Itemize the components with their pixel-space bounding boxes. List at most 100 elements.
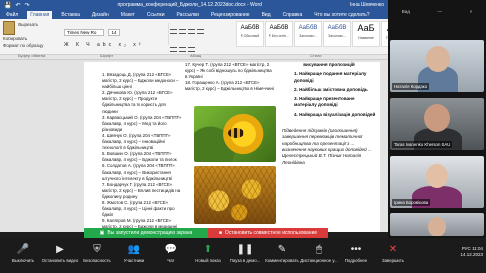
panel-header: Вид — × [388,0,486,22]
style-preset[interactable]: АаБбВ Заголово... [323,21,351,47]
ribbon-tab[interactable]: Что вы хотите сделать? [311,11,372,19]
bees-on-honeycomb-image [194,166,276,224]
copy-button[interactable]: Копировать [3,36,27,41]
style-sample: АаБ [357,23,375,33]
toolbar-label: Комментировать [265,258,299,263]
style-sample: АаБбВ [240,25,260,31]
style-preset[interactable]: АаБбВ ¶ Обычный [236,21,264,47]
toolbar-label: Безопасность [83,258,111,263]
toolbar-mic-button[interactable]: 🎤 Выключить [4,241,42,263]
ribbon-tabs: Файл Главная Вставка Дизайн Макет Ссылки Рассы… [0,10,388,19]
participant-name: Ірина Боровікова [392,199,431,206]
toolbar-label: Участники [123,258,145,263]
speaker-entry: 5. Вовшин О. (група 204 «ТВППТ» бакалавр… [102,151,177,163]
ribbon-tab[interactable]: Справка [280,11,306,19]
toolbar-label: Новый показ [195,258,221,263]
participants-video-panel: Вид — × Наталія Кордако Taras Ivanenko Khe… [388,0,486,238]
word-titlebar: 💾 ↶ ↷ программа_конференций_Бджоли_14.12… [0,0,388,10]
video-tile[interactable]: Taras Ivanenko Kherson SAU [390,98,484,150]
style-preset[interactable]: АаБ Название [352,21,380,47]
style-name: Заголово... [299,34,317,38]
align-right-icon[interactable] [188,29,195,34]
award-item: 2. Найбільш змістовна доповідь [294,86,368,92]
justify-icon[interactable] [197,29,204,34]
participants-icon: 👥 [127,244,141,255]
speaker-entry: 4. Шевчук О. (група 204 «ТВППТ» бакалавр… [102,132,171,151]
ribbon-tab[interactable]: Макет [118,11,138,19]
format-painter-button[interactable]: Формат по образцу [3,43,43,48]
toolbar-remote-button[interactable]: 🖱 Дистанционное у... [300,241,338,263]
align-center-icon[interactable] [179,29,186,34]
clipboard-label: Буфер обмена [18,53,46,58]
font-size-select[interactable]: 14 [108,29,121,36]
clipboard-group: Вырезать Копировать Формат по образцу [3,21,59,49]
ribbon-tab[interactable]: Главная [27,11,53,19]
participant-face [424,104,450,132]
paste-icon[interactable] [3,21,15,35]
toolbar-shield-button[interactable]: ⛨ Безопасность [78,241,116,263]
toolbar-video-button[interactable]: ▶ Остановить видео [41,241,79,263]
taskbar-clock: РУС 11:04 14.12.2023 [460,246,483,258]
panel-control[interactable]: Вид [402,9,410,14]
sharing-status-text: Вы запустили демонстрацию экрана [107,230,193,236]
toolbar-label: Чат [167,258,175,263]
participant-name: Taras Ivanenko Kherson SAU [392,141,453,148]
ribbon-tab[interactable]: Дизайн [89,11,112,19]
language-indicator[interactable]: РУС [462,246,471,251]
ribbon-tab[interactable]: Вид [259,11,274,19]
toolbar-chat-button[interactable]: 💬 Чат [152,241,190,263]
word-window: 💾 ↶ ↷ программа_конференций_Бджоли_14.12… [0,0,388,232]
awards-note: Підведення підсумків (оголошення) заверш… [282,128,372,165]
speakers-column-2: 17. Кучер Т. (група 212 «ВГСЕ» магістр, … [185,62,275,92]
pause-icon: ❚❚ [236,244,254,255]
ribbon-tab[interactable]: Ссылки [144,11,168,19]
share-screen-icon: ▣ [99,230,105,236]
award-item: 1. Найкраще подання матеріалу доповіді [294,71,367,83]
ribbon-tab[interactable]: Файл [3,11,21,19]
style-preset[interactable]: АаБбВ Заголово... [294,21,322,47]
save-icon[interactable]: 💾 [4,2,11,9]
toolbar-annotate-button[interactable]: ✎ Комментировать [263,241,301,263]
font-name-select[interactable]: Times New Ro [64,29,104,36]
font-format-buttons[interactable]: Ж К Ч abc x₂ x² [64,42,164,48]
remote-icon: 🖱 [316,244,322,255]
panel-control[interactable]: — [438,9,443,14]
awards-column: висування пропозицій 1. Найкраще подання… [282,62,376,166]
end-icon: ✕ [388,244,398,255]
style-name: ¶ Обычный [240,34,260,38]
clock-date[interactable]: 14.12.2023 [460,252,483,257]
clock-time[interactable]: 11:04 [472,246,483,251]
toolbar-participants-button[interactable]: 👥 Участники [115,241,153,263]
bullets-icon[interactable] [170,47,177,52]
video-tile[interactable]: Наталія Кордако [390,40,484,92]
share-icon: ⬆ [203,244,213,255]
ribbon-tab[interactable]: Рецензирование [208,11,253,19]
participant-face [426,164,448,188]
style-preset[interactable]: АаБбВ ¶ Без инте... [265,21,293,47]
style-name: Заголово... [328,34,346,38]
ribbon-tab[interactable]: Рассылки [174,11,202,19]
toolbar-more-button[interactable]: ••• Подробнее [337,241,375,263]
document-page[interactable]: 1. Вязадоць Д. (група 212 «ВГСЕ» магістр… [84,62,380,232]
style-preset[interactable]: АабПодзагол... [381,21,388,47]
toolbar-end-button[interactable]: ✕ Завершить [374,241,412,263]
speaker-entry: 18. Горащенко А. (група 212 «ВГСЕ» магіс… [185,80,274,91]
ribbon-tab[interactable]: Вставка [58,11,83,19]
stop-sharing-button[interactable]: ■ Остановить совместное использование [208,228,328,238]
panel-control[interactable]: × [470,9,473,14]
align-left-icon[interactable] [170,29,177,34]
toolbar-pause-button[interactable]: ❚❚ Пауза в демо... [226,241,264,263]
toolbar-label: Остановить видео [41,258,79,263]
numbering-icon[interactable] [179,47,186,52]
video-tile[interactable]: Ірина Боровікова [390,156,484,208]
toolbar-share-button[interactable]: ⬆ Новый показ [189,241,227,263]
paragraph-label: Абзац [190,53,202,58]
styles-gallery: АаБбВ ¶ Обычный АаБбВ ¶ Без инте... АаБбВ Заг… [236,21,388,47]
cut-button[interactable]: Вырезать [18,22,38,27]
user-name[interactable]: Інна Шевченко [350,2,384,8]
style-sample: АаБбВ [298,25,318,31]
undo-icon[interactable]: ↶ [15,2,20,9]
indent-icon[interactable] [188,47,195,52]
stop-sharing-label: Остановить совместное использование [224,230,318,236]
video-tile[interactable] [390,213,484,236]
